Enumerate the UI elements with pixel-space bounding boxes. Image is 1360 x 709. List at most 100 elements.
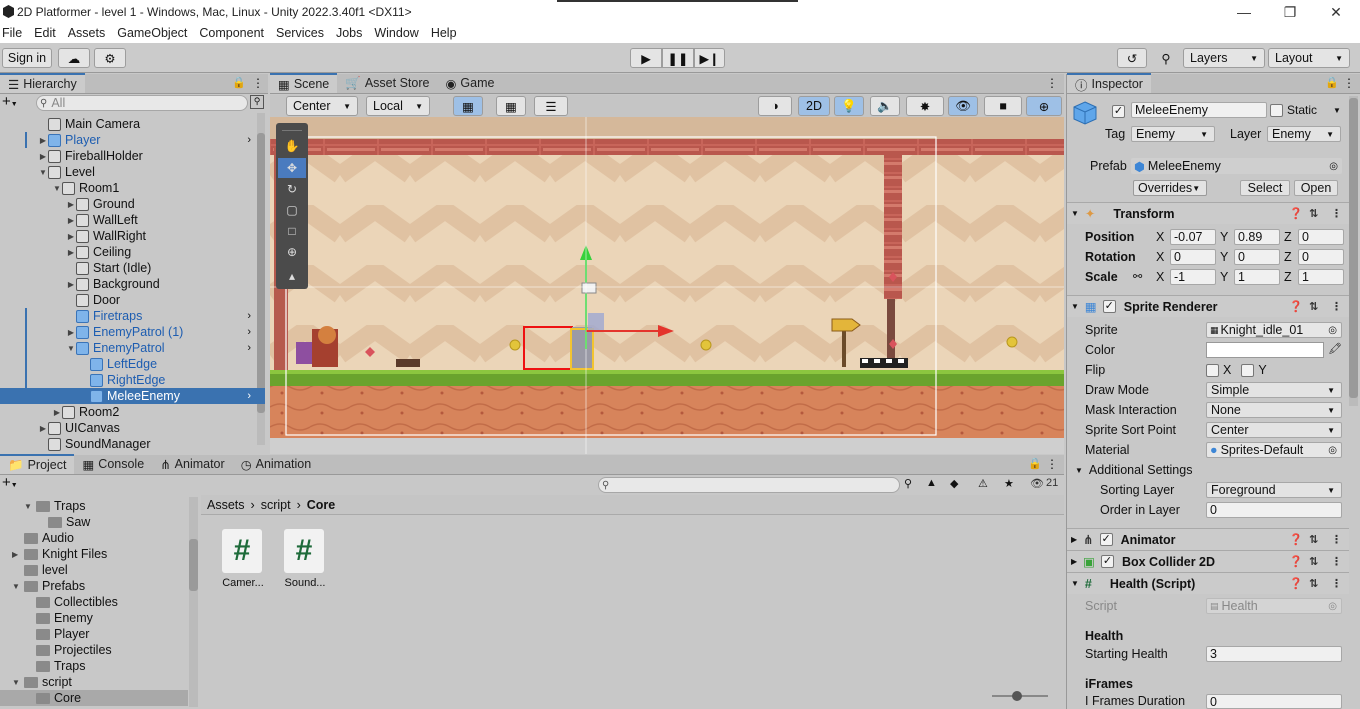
menu-services[interactable]: Services [270,24,330,43]
menu-window[interactable]: Window [368,24,424,43]
more-icon[interactable]: ⋮ [1331,533,1342,546]
transform-value-field[interactable]: 1 [1234,269,1280,285]
transform-value-field[interactable]: 0 [1298,229,1344,245]
help-icon[interactable]: ❓ [1289,555,1303,568]
hierarchy-item[interactable]: Firetraps › [0,308,265,324]
tab-project[interactable]: 📁 Project [0,454,75,474]
snap-increment-icon[interactable]: ▦ [496,96,526,116]
search-icon[interactable]: ⚲ [1151,48,1181,68]
check-icon[interactable]: ✓ [1099,533,1113,546]
tab-console[interactable]: ▦ Console [74,454,152,474]
project-folder-item[interactable]: Enemy [0,610,188,626]
breadcrumb-assets[interactable]: Assets [207,498,245,512]
sort-point-dropdown[interactable]: Center ▼ [1206,422,1342,438]
grid-snap-icon[interactable]: ▦ [453,96,483,116]
target-icon[interactable]: ◎ [1329,161,1338,172]
project-tree-scrollbar[interactable] [189,497,198,707]
tab-asset-store[interactable]: 🛒 Asset Store [337,73,437,93]
open-prefab-icon[interactable]: › [247,326,251,338]
project-folder-item[interactable]: Audio [0,530,188,546]
play-button[interactable]: ▶ [630,48,662,68]
expand-arrow-icon[interactable]: ▶ [52,408,62,417]
preset-icon[interactable]: ⇅ [1309,577,1318,590]
expand-arrow-icon[interactable]: ▼ [66,344,76,353]
expand-arrow-icon[interactable]: ▶ [66,200,76,209]
help-icon[interactable]: ❓ [1289,577,1303,590]
expand-arrow-icon[interactable]: ▶ [66,280,76,289]
menu-jobs[interactable]: Jobs [330,24,368,43]
scene-canvas[interactable] [270,117,1064,454]
expand-arrow-icon[interactable]: ▶ [66,232,76,241]
menu-gameobject[interactable]: GameObject [111,24,193,43]
hierarchy-item[interactable]: ▶ Background [0,276,265,292]
hierarchy-item[interactable]: ▼ EnemyPatrol › [0,340,265,356]
gizmos-icon[interactable]: ⊕ [1026,96,1062,116]
expand-arrow-icon[interactable]: ▼ [52,184,62,193]
target-icon[interactable]: ◎ [1328,325,1337,336]
visibility-icon[interactable]: 👁 [948,96,978,116]
minimize-icon[interactable]: — [1221,0,1267,24]
hierarchy-item[interactable]: ▶ Player › [0,132,265,148]
project-folder-item[interactable]: Player [0,626,188,642]
more-icon[interactable]: ⋮ [1343,76,1355,90]
sorting-layer-dropdown[interactable]: Foreground ▼ [1206,482,1342,498]
more-icon[interactable]: ⋮ [1331,555,1342,568]
transform-tool-icon[interactable]: ⊕ [278,242,306,262]
menu-assets[interactable]: Assets [62,24,112,43]
project-folder-item[interactable]: ▼ Prefabs [0,578,188,594]
close-icon[interactable]: ✕ [1313,0,1359,24]
target-icon[interactable]: ◎ [1328,445,1337,456]
warning-icon[interactable]: ⚠ [978,477,988,490]
static-toggle[interactable]: Static ▼ [1270,103,1341,117]
animator-header[interactable]: ▶ ⋔ ✓ Animator ❓ ⇅ ⋮ [1067,528,1349,550]
material-field[interactable]: ● Sprites-Default ◎ [1206,442,1342,458]
move-tool-icon[interactable]: ✥ [278,158,306,178]
scale-tool-icon[interactable]: ▢ [278,200,306,220]
expand-arrow-icon[interactable]: ▼ [12,582,24,591]
expand-arrow-icon[interactable]: ▼ [38,168,48,177]
tab-scene[interactable]: ▦ Scene [270,73,338,93]
more-icon[interactable]: ⋮ [1046,76,1058,90]
box-collider-header[interactable]: ▶ ▣ ✓ Box Collider 2D ❓ ⇅ ⋮ [1067,550,1349,572]
help-icon[interactable]: ❓ [1289,533,1303,546]
camera-icon[interactable]: ■ [984,96,1022,116]
draw-mode-dropdown[interactable]: Simple ▼ [1206,382,1342,398]
more-icon[interactable]: ⋮ [252,76,264,90]
preset-icon[interactable]: ⇅ [1309,533,1318,546]
ruler-icon[interactable]: ☰ [534,96,568,116]
transform-value-field[interactable]: -0.07 [1170,229,1216,245]
hierarchy-item[interactable]: ▼ Room1 [0,180,265,196]
transform-value-field[interactable]: 0.89 [1234,229,1280,245]
project-folder-item[interactable]: Core [0,690,188,706]
active-toggle[interactable]: ✓ [1112,103,1125,118]
step-button[interactable]: ▶❙ [694,48,725,68]
rect-tool-icon[interactable]: □ [278,221,306,241]
order-field[interactable]: 0 [1206,502,1342,518]
additional-settings-row[interactable]: ▼ Additional Settings [1067,460,1349,480]
hierarchy-item[interactable]: ▶ EnemyPatrol (1) › [0,324,265,340]
hierarchy-item[interactable]: MeleeEnemy › [0,388,265,404]
signin-button[interactable]: Sign in [2,48,52,68]
flip-y-checkbox[interactable] [1241,363,1255,377]
open-prefab-icon[interactable]: › [247,390,251,402]
overrides-dropdown[interactable]: Overrides ▼ [1133,180,1207,196]
expand-arrow-icon[interactable]: ▶ [66,248,76,257]
help-icon[interactable]: ❓ [1289,207,1303,220]
csharp-file-icon[interactable]: # [222,529,262,573]
project-folder-item[interactable]: Traps [0,658,188,674]
breadcrumb-core[interactable]: Core [307,498,335,512]
iframes-field[interactable]: 0 [1206,694,1342,709]
hierarchy-item[interactable]: ▶ Room2 [0,404,265,420]
scene-search-icon[interactable]: ⚲ [250,95,264,109]
audio-icon[interactable]: 🔈 [870,96,900,116]
layout-dropdown[interactable]: Layout ▼ [1268,48,1350,68]
expand-arrow-icon[interactable]: ▶ [38,424,48,433]
object-name-field[interactable]: MeleeEnemy [1131,102,1267,118]
hierarchy-item[interactable]: ▶ Ground [0,196,265,212]
create-icon[interactable]: +▼ [2,475,18,493]
csharp-file-icon[interactable]: # [284,529,324,573]
star-icon[interactable]: ★ [1004,477,1014,490]
lock-icon[interactable]: 🔒 [1325,76,1339,89]
tab-animator[interactable]: ⋔ Animator [152,454,233,474]
tag-dropdown[interactable]: Enemy ▼ [1131,126,1215,142]
